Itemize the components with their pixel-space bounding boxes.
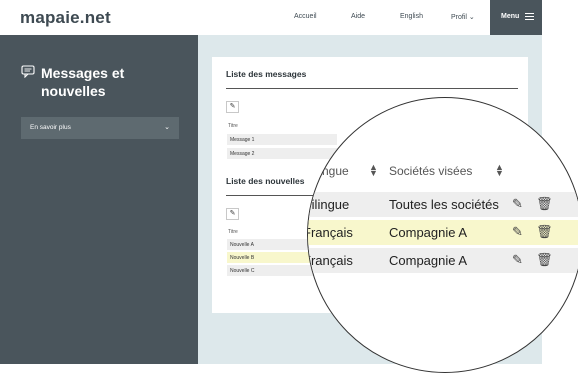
table-row[interactable]: Bilingue Toutes les sociétés ✎ 🗑	[307, 192, 578, 217]
nav-accueil[interactable]: Accueil	[294, 13, 317, 20]
trash-icon[interactable]: 🗑	[536, 196, 553, 212]
trash-icon[interactable]: 🗑	[536, 224, 553, 240]
menu-button[interactable]: Menu	[490, 0, 542, 35]
news-col-title: Titre	[228, 229, 238, 235]
row-title: Nouvelle C	[230, 268, 255, 274]
row-company: Compagnie A	[389, 253, 468, 268]
table-row[interactable]: Message 1	[227, 134, 337, 145]
messages-col-title: Titre	[228, 123, 238, 129]
top-navbar: mapaie.net Accueil Aide English Profil ⌄…	[0, 0, 578, 35]
pencil-icon[interactable]: ✎	[512, 252, 523, 268]
nav-english[interactable]: English	[400, 13, 423, 20]
pencil-icon[interactable]: ✎	[512, 224, 523, 240]
table-row[interactable]: Français Compagnie A ✎ 🗑	[307, 248, 578, 273]
trash-icon[interactable]: 🗑	[536, 252, 553, 268]
row-title: Nouvelle A	[230, 242, 254, 248]
chevron-down-icon: ⌄	[164, 124, 170, 131]
row-language: Français	[307, 225, 353, 240]
messages-title: Liste des messages	[226, 69, 307, 79]
row-title: Message 1	[230, 137, 255, 143]
table-row[interactable]: Français Compagnie A ✎ 🗑	[307, 220, 578, 245]
nav-profil[interactable]: Profil ⌄	[451, 13, 475, 21]
sort-icon[interactable]: ▲ ▼	[369, 163, 378, 178]
row-language: Bilingue	[307, 197, 350, 212]
sidebar: Messages et nouvelles En savoir plus ⌄	[0, 35, 198, 364]
menu-label: Menu	[501, 13, 520, 20]
col-header-bilingue[interactable]: Bilingue	[308, 164, 349, 178]
nav-aide[interactable]: Aide	[351, 13, 365, 20]
edit-icon[interactable]: ✎	[226, 101, 239, 113]
row-language: Français	[307, 253, 353, 268]
chevron-down-icon: ⌄	[468, 14, 475, 21]
row-title: Nouvelle B	[230, 255, 255, 261]
row-title: Message 2	[230, 151, 255, 157]
site-logo[interactable]: mapaie.net	[20, 8, 111, 28]
message-icon	[21, 65, 35, 78]
learn-more-dropdown[interactable]: En savoir plus ⌄	[21, 117, 179, 139]
divider	[226, 88, 518, 89]
nav-profil-label: Profil	[451, 14, 467, 21]
sidebar-title: Messages et nouvelles	[41, 65, 125, 99]
magnifier-lens: Bilingue ▲ ▼ Sociétés visées ▲ ▼ Bilingue …	[307, 97, 578, 373]
row-company: Toutes les sociétés	[389, 197, 499, 212]
table-row[interactable]: Message 2	[227, 148, 337, 159]
pencil-icon[interactable]: ✎	[512, 196, 523, 212]
sort-icon[interactable]: ▲ ▼	[495, 163, 504, 178]
hamburger-icon	[525, 13, 534, 22]
col-header-societes[interactable]: Sociétés visées	[389, 164, 472, 178]
news-title: Liste des nouvelles	[226, 176, 305, 186]
dropdown-label: En savoir plus	[30, 124, 71, 131]
edit-icon[interactable]: ✎	[226, 208, 239, 220]
row-company: Compagnie A	[389, 225, 468, 240]
divider	[226, 195, 316, 196]
